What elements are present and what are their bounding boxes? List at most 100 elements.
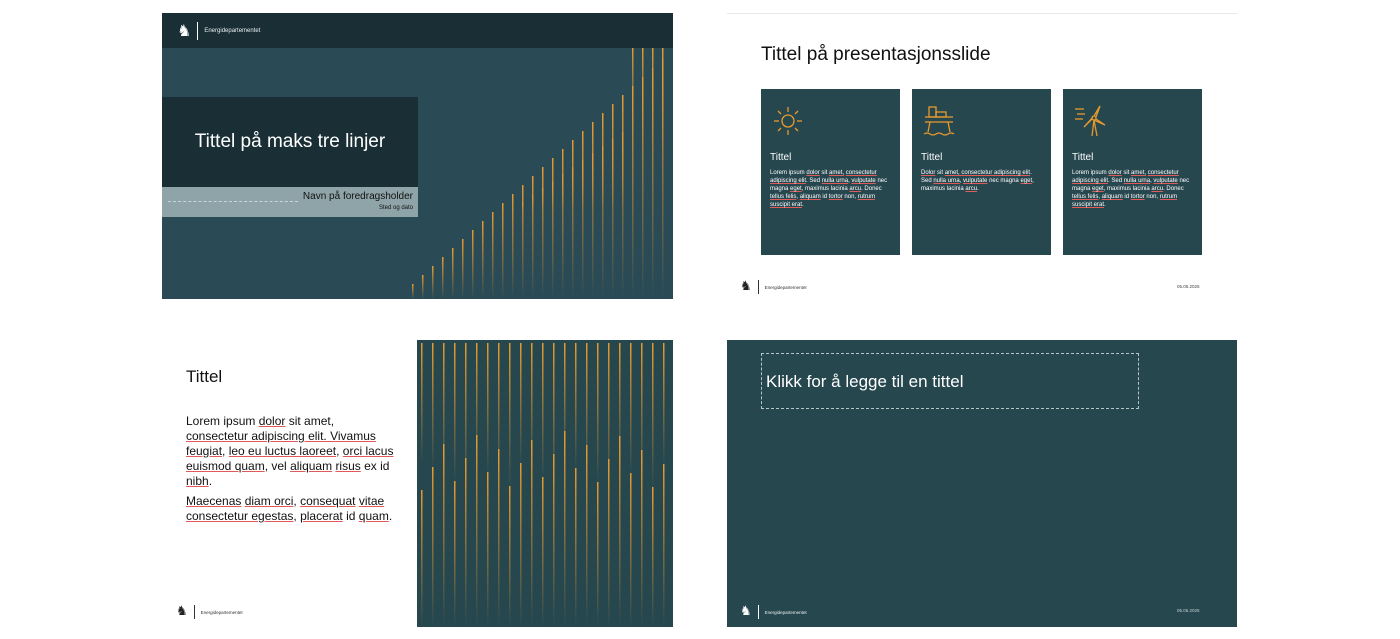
decor-line — [492, 212, 494, 299]
decor-line — [454, 343, 456, 484]
decor-line — [641, 450, 643, 627]
coat-of-arms-icon: ♞ — [177, 21, 192, 40]
decor-line — [662, 48, 664, 153]
coat-of-arms-icon: ♞ — [740, 604, 752, 619]
ministry-logo: ♞ Energidepartementet — [740, 604, 807, 620]
decor-line — [443, 444, 445, 627]
decor-line — [512, 194, 514, 299]
slide-header-bar: ♞ Energidepartementet — [162, 13, 673, 48]
logo-divider — [757, 605, 759, 619]
decor-line — [575, 468, 577, 627]
decor-line — [586, 445, 588, 627]
decor-line — [465, 458, 467, 627]
card-title: Tittel — [1072, 152, 1094, 163]
title-box: Tittel på maks tre linjer — [162, 97, 418, 187]
decor-line — [552, 181, 554, 209]
decor-line — [562, 174, 564, 209]
decor-line — [442, 257, 444, 299]
body-text: Lorem ipsum dolor sit amet, consectetur … — [186, 414, 396, 529]
org-name: Energidepartementet — [764, 609, 807, 615]
title-placeholder[interactable]: Klikk for å legge til en tittel — [761, 353, 1139, 409]
decor-line — [622, 132, 624, 209]
card-body: Lorem ipsum dolor sit amet, consectetur … — [1072, 170, 1190, 208]
decor-line — [422, 275, 424, 299]
decor-line — [663, 343, 665, 467]
decor-line — [652, 487, 654, 627]
card-1: Tittel Lorem ipsum dolor sit amet, conse… — [761, 89, 900, 255]
decor-line — [619, 436, 621, 627]
decor-line — [552, 158, 554, 299]
logo-divider — [197, 22, 199, 40]
decor-line — [509, 343, 511, 489]
slide-text-image[interactable]: Tittel Lorem ipsum dolor sit amet, conse… — [162, 340, 673, 627]
decor-line — [582, 131, 584, 299]
place-date: Sted og dato — [378, 205, 413, 211]
decor-line — [520, 343, 522, 466]
paragraph: Maecenas diam orci, consequat vitae cons… — [186, 494, 393, 523]
decor-line — [482, 221, 484, 299]
slide-blank-title[interactable]: Klikk for å legge til en tittel ♞ Energi… — [727, 340, 1237, 627]
coat-of-arms-icon: ♞ — [740, 279, 752, 294]
decor-line — [542, 188, 544, 209]
decor-line — [575, 343, 577, 471]
card-title: Tittel — [921, 152, 943, 163]
slide-title-text: Tittel på presentasjonsslide — [761, 44, 991, 65]
slide-title[interactable]: ♞ Energidepartementet Tittel på maks tre… — [162, 13, 673, 299]
decor-line — [432, 467, 434, 627]
ministry-logo: ♞ Energidepartementet — [740, 279, 807, 295]
decor-line — [597, 482, 599, 627]
decor-line — [630, 473, 632, 627]
logo-divider — [193, 605, 195, 619]
title-placeholder-text: Klikk for å legge til en tittel — [766, 372, 964, 391]
decor-line — [572, 140, 574, 299]
decor-line — [608, 459, 610, 627]
speaker-name: Navn på foredragsholder — [302, 191, 413, 202]
decor-line — [642, 48, 644, 139]
org-name: Energidepartementet — [764, 284, 807, 290]
ministry-logo: ♞ Energidepartementet — [177, 22, 260, 40]
slide-cards[interactable]: Tittel på presentasjonsslide Tittel Lore… — [727, 13, 1237, 300]
decor-line — [520, 463, 522, 627]
card-body: Dolor sit amet, consectetur adipiscing e… — [921, 170, 1034, 192]
decor-line — [532, 176, 534, 299]
decor-line — [663, 464, 665, 627]
pattern-panel — [417, 340, 673, 627]
decor-line — [632, 48, 634, 132]
oil-platform-icon — [923, 106, 955, 136]
decor-line — [602, 146, 604, 209]
org-name: Energidepartementet — [200, 609, 243, 615]
decor-line — [487, 472, 489, 627]
decor-line — [462, 239, 464, 299]
decor-line — [531, 440, 533, 627]
decor-line — [454, 481, 456, 627]
wind-turbine-icon — [1075, 105, 1106, 137]
decor-line — [630, 343, 632, 476]
decor-line — [582, 160, 584, 209]
sun-icon — [774, 107, 802, 135]
decor-line — [592, 153, 594, 209]
decor-line — [542, 343, 544, 480]
decor-line — [421, 490, 423, 627]
decor-line — [612, 139, 614, 209]
decor-line — [542, 167, 544, 299]
decor-line — [597, 343, 599, 485]
decor-line — [502, 203, 504, 299]
decor-line — [472, 230, 474, 299]
decor-line — [564, 431, 566, 627]
decor-line — [498, 449, 500, 627]
slide-date: 05.05.2025 — [1177, 608, 1200, 613]
decor-line — [412, 284, 414, 299]
decor-line — [572, 167, 574, 209]
decor-line — [421, 343, 423, 463]
card-3: Tittel Lorem ipsum dolor sit amet, conse… — [1063, 89, 1202, 255]
speaker-band: Navn på foredragsholder Sted og dato — [162, 187, 418, 217]
decor-line — [562, 149, 564, 299]
decor-line — [532, 195, 534, 209]
slide-title-text: Tittel — [186, 367, 223, 386]
card-title: Tittel — [770, 152, 792, 163]
decor-line — [652, 343, 654, 490]
slide-date: 05.05.2025 — [1177, 284, 1200, 289]
card-body: Lorem ipsum dolor sit amet, consectetur … — [770, 170, 888, 208]
decor-line — [476, 435, 478, 627]
ministry-logo: ♞ Energidepartementet — [176, 604, 243, 620]
